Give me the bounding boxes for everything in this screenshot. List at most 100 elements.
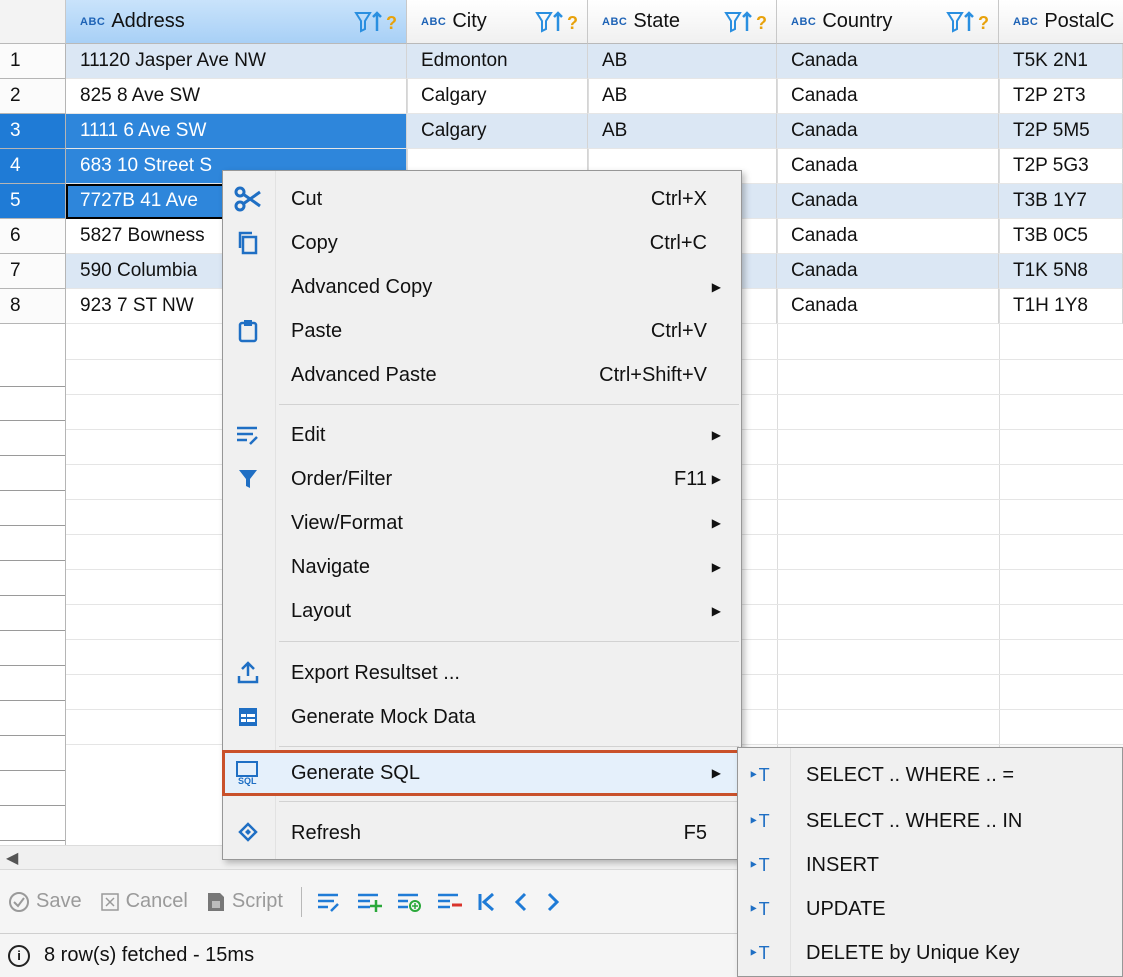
- row-number[interactable]: 4: [0, 149, 66, 184]
- menu-item-shortcut: Ctrl+C: [649, 231, 707, 254]
- menu-item-refresh[interactable]: Refresh F5: [223, 811, 741, 855]
- text-type-icon: ABC: [1013, 15, 1039, 28]
- menu-item-export-resultset[interactable]: Export Resultset ...: [223, 651, 741, 695]
- menu-item-label: Refresh: [291, 821, 362, 844]
- menu-item-label: Export Resultset ...: [291, 661, 460, 684]
- info-icon: i: [8, 944, 30, 967]
- cell-postal[interactable]: T2P 5M5: [999, 114, 1123, 149]
- scroll-left-icon[interactable]: ◀: [6, 848, 18, 868]
- menu-item-advanced-paste[interactable]: Advanced Paste Ctrl+Shift+V: [223, 353, 741, 397]
- cell-country[interactable]: Canada: [777, 289, 999, 324]
- cell-postal[interactable]: T3B 0C5: [999, 219, 1123, 254]
- menu-item-copy[interactable]: Copy Ctrl+C: [223, 221, 741, 265]
- cell-address[interactable]: 825 8 Ave SW: [66, 79, 407, 114]
- row-gridline: [0, 735, 66, 736]
- grid-header: ABC Address ? ABC City ? ABC State ? ABC…: [0, 0, 1123, 44]
- text-type-icon: ABC: [421, 15, 447, 28]
- column-header-state[interactable]: ABC State ?: [588, 0, 777, 44]
- cell-state[interactable]: AB: [588, 114, 777, 149]
- column-header-label: City: [452, 10, 487, 32]
- filter-sort-icon[interactable]: ?: [354, 10, 400, 34]
- cell-country[interactable]: Canada: [777, 79, 999, 114]
- previous-page-icon[interactable]: [512, 891, 530, 913]
- menu-item-edit[interactable]: Edit ▶: [223, 413, 741, 457]
- cell-address[interactable]: 11120 Jasper Ave NW: [66, 44, 407, 79]
- submenu-arrow-icon: ▶: [711, 766, 721, 780]
- menu-item-layout[interactable]: Layout ▶: [223, 589, 741, 633]
- column-header-country[interactable]: ABC Country ?: [777, 0, 999, 44]
- cell-postal[interactable]: T3B 1Y7: [999, 184, 1123, 219]
- sql-template-icon: ‣T: [748, 810, 770, 831]
- cell-city[interactable]: Calgary: [407, 79, 588, 114]
- row-number[interactable]: 8: [0, 289, 66, 324]
- submenu-item-update[interactable]: ‣T UPDATE: [738, 886, 1122, 932]
- save-button[interactable]: Save: [8, 890, 82, 913]
- menu-item-generate-mock-data[interactable]: Generate Mock Data: [223, 695, 741, 739]
- row-number[interactable]: 3: [0, 114, 66, 149]
- cell-country[interactable]: Canada: [777, 114, 999, 149]
- submenu-item-select-where-equals[interactable]: ‣T SELECT .. WHERE .. =: [738, 752, 1122, 798]
- cell-city[interactable]: Calgary: [407, 114, 588, 149]
- row-gridline: [0, 455, 66, 456]
- row-gridline: [0, 770, 66, 771]
- status-text: 8 row(s) fetched - 15ms: [44, 944, 255, 966]
- copy-icon: [233, 228, 263, 258]
- row-number[interactable]: 6: [0, 219, 66, 254]
- menu-item-advanced-copy[interactable]: Advanced Copy ▶: [223, 265, 741, 309]
- delete-row-icon[interactable]: [436, 891, 462, 913]
- row-number[interactable]: 5: [0, 184, 66, 219]
- cell-postal[interactable]: T2P 2T3: [999, 79, 1123, 114]
- menu-item-navigate[interactable]: Navigate ▶: [223, 545, 741, 589]
- submenu-item-select-where-in[interactable]: ‣T SELECT .. WHERE .. IN: [738, 798, 1122, 844]
- row-number[interactable]: 2: [0, 79, 66, 114]
- cell-country[interactable]: Canada: [777, 184, 999, 219]
- filter-sort-icon[interactable]: ?: [724, 10, 770, 34]
- add-row-icon[interactable]: [356, 891, 382, 913]
- cell-country[interactable]: Canada: [777, 254, 999, 289]
- menu-item-view-format[interactable]: View/Format ▶: [223, 501, 741, 545]
- row-number[interactable]: 7: [0, 254, 66, 289]
- menu-item-order-filter[interactable]: Order/Filter F11 ▶: [223, 457, 741, 501]
- cell-postal[interactable]: T1K 5N8: [999, 254, 1123, 289]
- row-number[interactable]: 1: [0, 44, 66, 79]
- cell-city[interactable]: Edmonton: [407, 44, 588, 79]
- edit-row-icon[interactable]: [316, 891, 342, 913]
- first-page-icon[interactable]: [476, 891, 498, 913]
- cell-country[interactable]: Canada: [777, 149, 999, 184]
- text-type-icon: ABC: [80, 15, 106, 28]
- svg-text:?: ?: [386, 13, 397, 33]
- header-corner[interactable]: [0, 0, 66, 44]
- cancel-button[interactable]: Cancel: [100, 890, 188, 913]
- next-page-icon[interactable]: [544, 891, 562, 913]
- cell-postal[interactable]: T5K 2N1: [999, 44, 1123, 79]
- menu-item-paste[interactable]: Paste Ctrl+V: [223, 309, 741, 353]
- sql-template-icon: ‣T: [748, 764, 770, 785]
- cell-state[interactable]: AB: [588, 79, 777, 114]
- menu-item-generate-sql[interactable]: SQL Generate SQL ▶: [222, 750, 742, 796]
- filter-sort-icon[interactable]: ?: [946, 10, 992, 34]
- submenu-item-delete-by-unique-key[interactable]: ‣T DELETE by Unique Key: [738, 930, 1122, 976]
- row-gridline: [0, 386, 66, 387]
- copy-row-icon[interactable]: [396, 891, 422, 913]
- column-header-postal[interactable]: ABC PostalC: [999, 0, 1123, 44]
- column-header-address[interactable]: ABC Address ?: [66, 0, 407, 44]
- menu-item-label: Navigate: [291, 555, 370, 578]
- filter-sort-icon[interactable]: ?: [535, 10, 581, 34]
- cell-state[interactable]: AB: [588, 44, 777, 79]
- menu-item-shortcut: Ctrl+X: [650, 187, 707, 210]
- row-gridline: [0, 525, 66, 526]
- script-icon: [206, 891, 226, 913]
- cell-address[interactable]: 1111 6 Ave SW: [66, 114, 407, 149]
- menu-item-label: Cut: [291, 187, 323, 210]
- cell-country[interactable]: Canada: [777, 44, 999, 79]
- sql-icon: SQL: [233, 758, 263, 788]
- script-button[interactable]: Script: [206, 890, 283, 913]
- menu-separator: [279, 404, 739, 405]
- column-header-city[interactable]: ABC City ?: [407, 0, 588, 44]
- submenu-item-label: SELECT .. WHERE .. =: [806, 763, 1015, 786]
- cell-postal[interactable]: T2P 5G3: [999, 149, 1123, 184]
- cell-country[interactable]: Canada: [777, 219, 999, 254]
- menu-item-cut[interactable]: Cut Ctrl+X: [223, 177, 741, 221]
- cell-postal[interactable]: T1H 1Y8: [999, 289, 1123, 324]
- submenu-item-insert[interactable]: ‣T INSERT: [738, 842, 1122, 888]
